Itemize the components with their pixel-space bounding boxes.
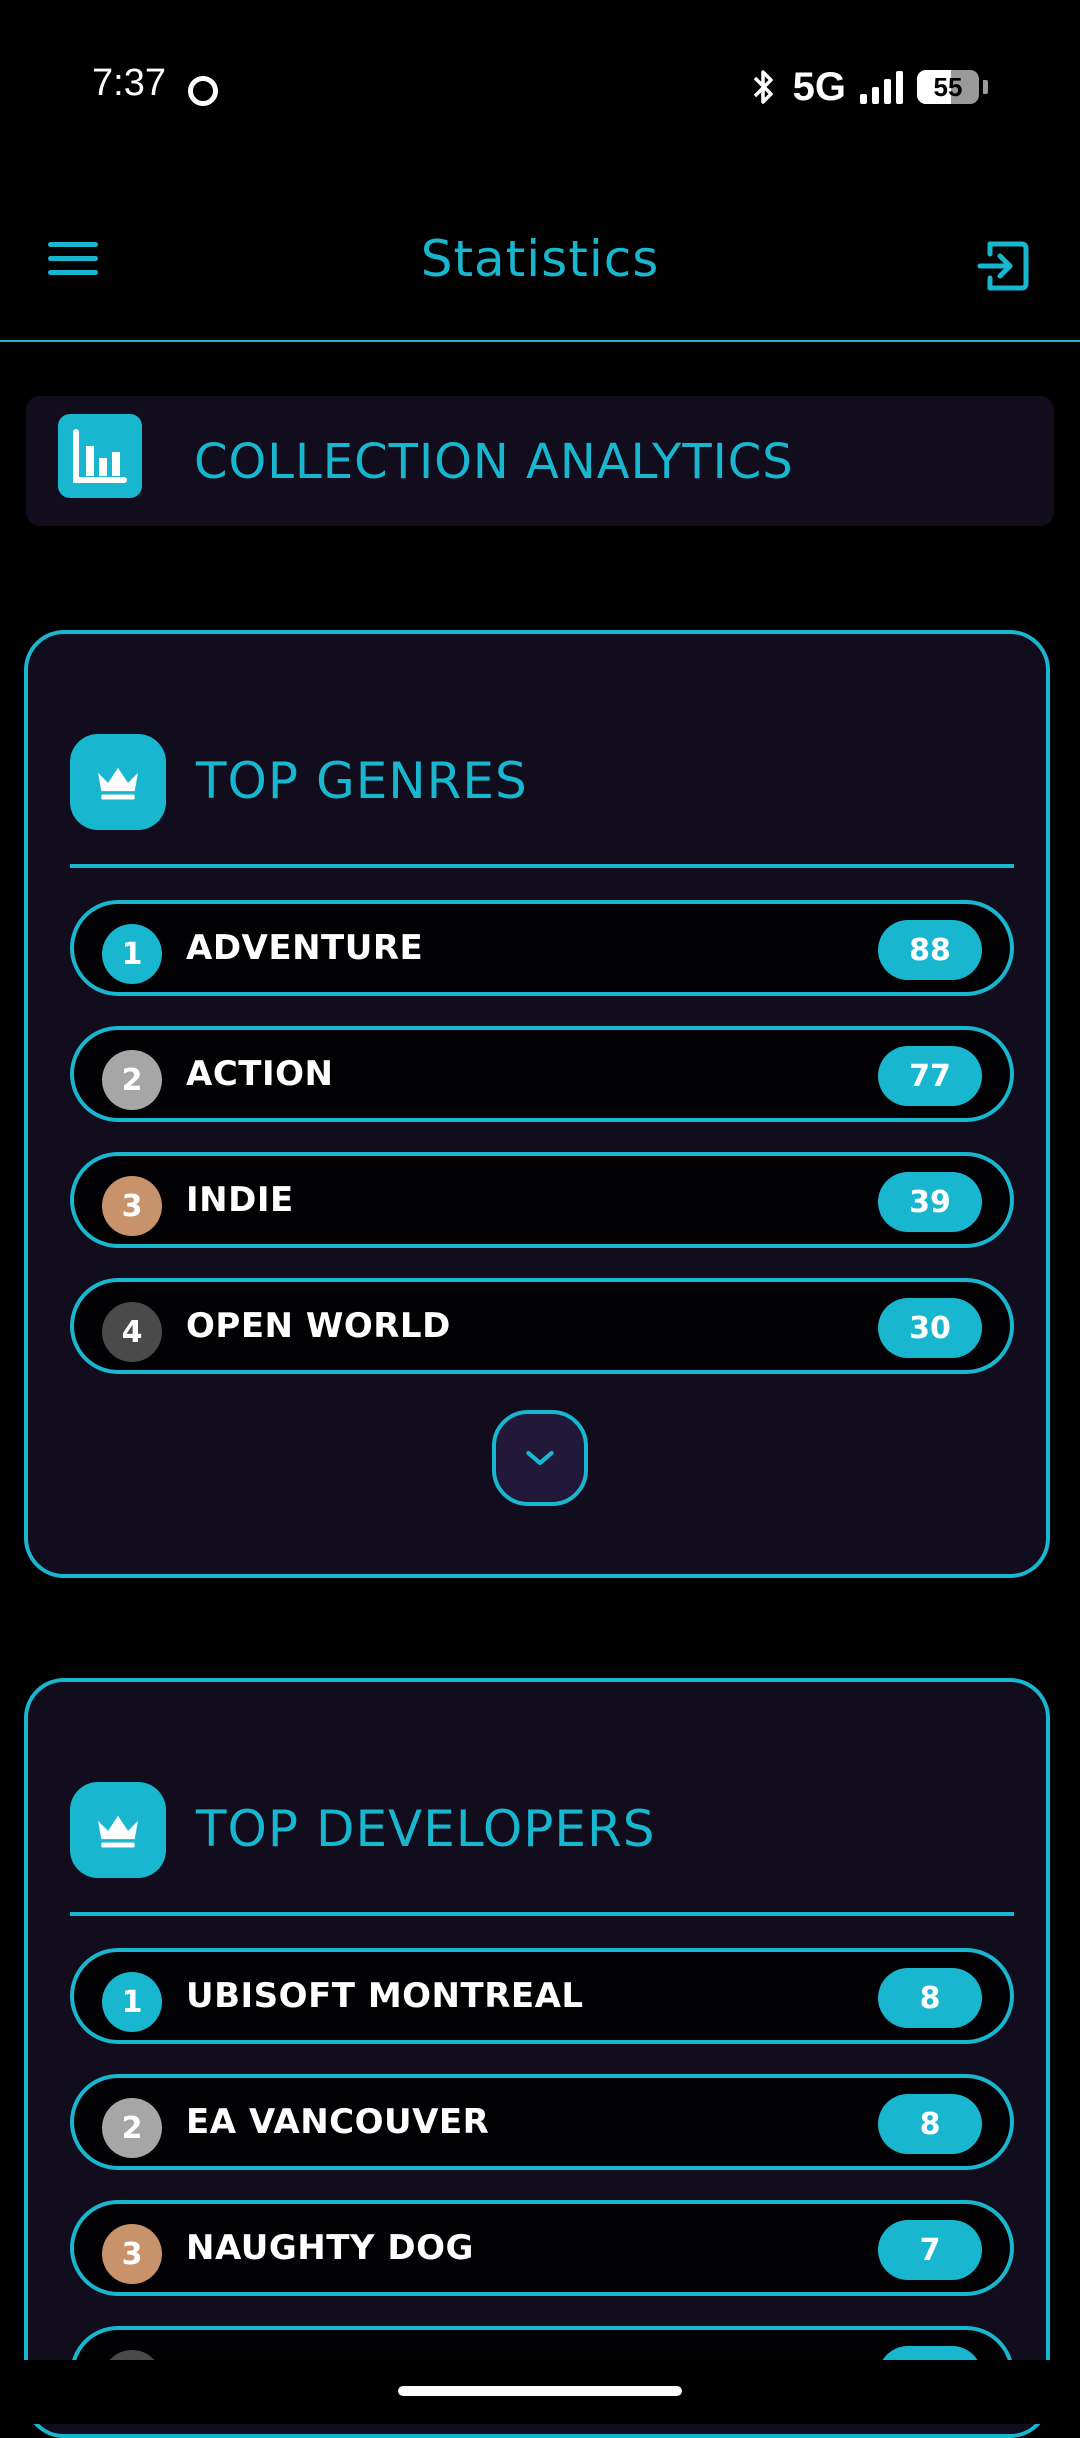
developer-name: NAUGHTY DOG xyxy=(186,2228,474,2268)
genre-name: INDIE xyxy=(186,1180,294,1220)
divider xyxy=(70,1912,1014,1916)
rank-badge: 4 xyxy=(102,1302,162,1362)
top-genres-header: TOP GENRES xyxy=(70,734,1010,830)
status-icons: 5G 55 xyxy=(749,62,988,112)
developer-row[interactable]: 1 UBISOFT MONTREAL 8 xyxy=(70,1948,1014,2044)
bar-chart-icon xyxy=(58,414,142,498)
notification-dot-icon xyxy=(188,76,218,106)
rank-badge: 1 xyxy=(102,1972,162,2032)
developer-row[interactable]: 2 EA VANCOUVER 8 xyxy=(70,2074,1014,2170)
bluetooth-icon xyxy=(753,70,773,104)
status-bar: 7:37 5G 55 xyxy=(0,0,1080,170)
rank-badge: 3 xyxy=(102,2224,162,2284)
rank-badge: 3 xyxy=(102,1176,162,1236)
rank-badge: 2 xyxy=(102,2098,162,2158)
signal-icon xyxy=(860,70,903,104)
chevron-down-icon xyxy=(526,1450,554,1466)
divider xyxy=(70,864,1014,868)
collection-analytics-header: COLLECTION ANALYTICS xyxy=(26,396,1054,526)
genre-name: ACTION xyxy=(186,1054,334,1094)
expand-button[interactable] xyxy=(492,1410,588,1506)
battery-level: 55 xyxy=(933,71,963,102)
developer-name: EA VANCOUVER xyxy=(186,2102,490,2142)
network-type: 5G xyxy=(792,64,846,109)
genre-row[interactable]: 3 INDIE 39 xyxy=(70,1152,1014,1248)
collection-analytics-title: COLLECTION ANALYTICS xyxy=(194,434,794,490)
count-badge: 7 xyxy=(878,2220,982,2280)
home-indicator[interactable] xyxy=(398,2386,682,2396)
count-badge: 77 xyxy=(878,1046,982,1106)
top-genres-title: TOP GENRES xyxy=(196,752,528,810)
count-badge: 8 xyxy=(878,2094,982,2154)
crown-icon xyxy=(70,1782,166,1878)
top-genres-card: TOP GENRES 1 ADVENTURE 88 2 ACTION 77 3 … xyxy=(24,630,1050,1578)
genre-row[interactable]: 1 ADVENTURE 88 xyxy=(70,900,1014,996)
crown-icon xyxy=(70,734,166,830)
page-title: Statistics xyxy=(420,230,660,288)
top-developers-header: TOP DEVELOPERS xyxy=(70,1782,1010,1878)
developer-name: UBISOFT MONTREAL xyxy=(186,1976,584,2016)
genre-row[interactable]: 4 OPEN WORLD 30 xyxy=(70,1278,1014,1374)
app-bar: Statistics xyxy=(0,170,1080,342)
genre-row[interactable]: 2 ACTION 77 xyxy=(70,1026,1014,1122)
logout-icon[interactable] xyxy=(976,238,1032,294)
developer-row[interactable]: 3 NAUGHTY DOG 7 xyxy=(70,2200,1014,2296)
battery-tip xyxy=(983,80,988,94)
count-badge: 88 xyxy=(878,920,982,980)
genre-name: OPEN WORLD xyxy=(186,1306,451,1346)
top-developers-title: TOP DEVELOPERS xyxy=(196,1800,656,1858)
status-time: 7:37 xyxy=(92,62,166,104)
rank-badge: 2 xyxy=(102,1050,162,1110)
genre-name: ADVENTURE xyxy=(186,928,424,968)
count-badge: 8 xyxy=(878,1968,982,2028)
top-developers-card: TOP DEVELOPERS 1 UBISOFT MONTREAL 8 2 EA… xyxy=(24,1678,1050,2438)
count-badge: 30 xyxy=(878,1298,982,1358)
count-badge: 39 xyxy=(878,1172,982,1232)
battery-icon: 55 xyxy=(917,70,979,104)
rank-badge: 1 xyxy=(102,924,162,984)
